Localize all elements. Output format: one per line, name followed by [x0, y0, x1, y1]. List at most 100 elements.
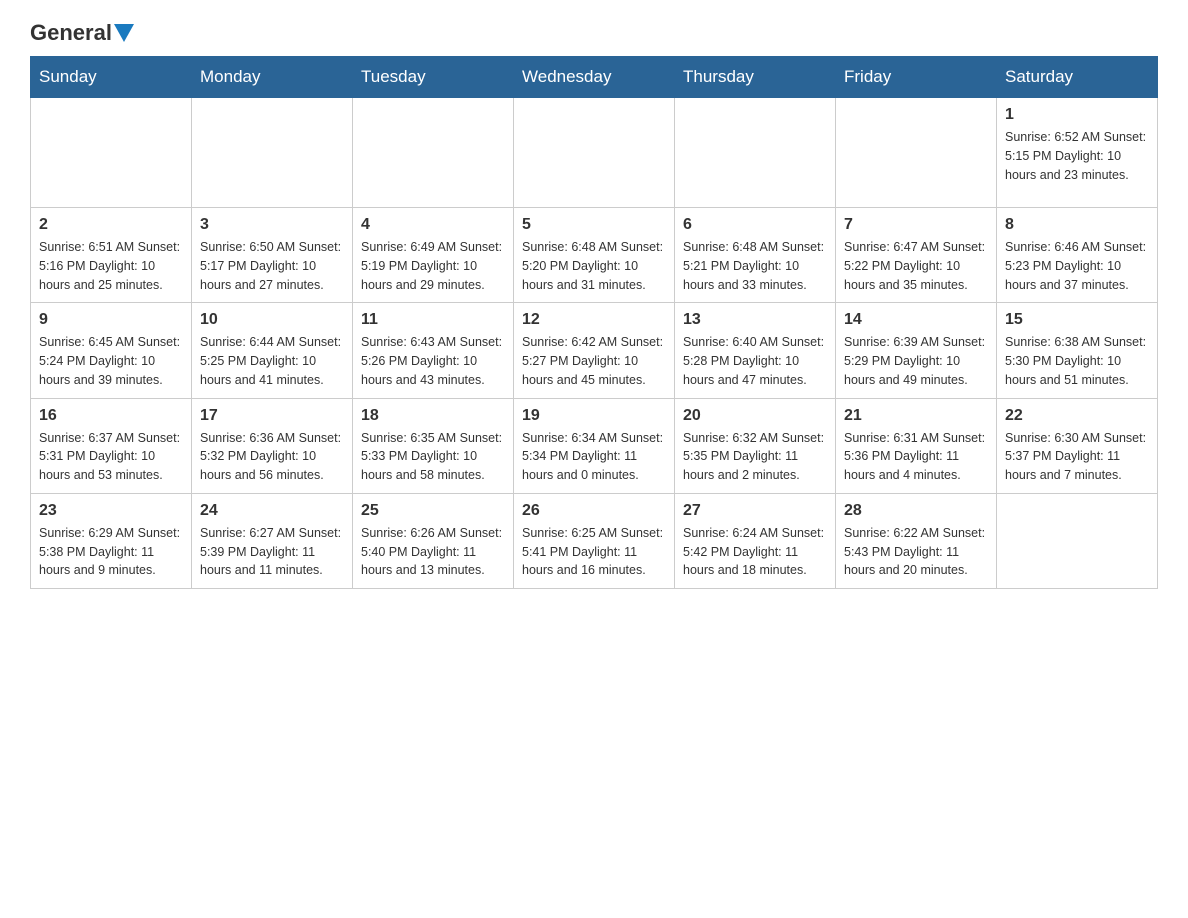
day-info: Sunrise: 6:22 AM Sunset: 5:43 PM Dayligh…	[844, 524, 988, 580]
calendar-cell: 22 Sunrise: 6:30 AM Sunset: 5:37 PM Dayli…	[997, 398, 1158, 493]
day-info: Sunrise: 6:50 AM Sunset: 5:17 PM Dayligh…	[200, 238, 344, 294]
day-info: Sunrise: 6:36 AM Sunset: 5:32 PM Dayligh…	[200, 429, 344, 485]
calendar-cell: 17 Sunrise: 6:36 AM Sunset: 5:32 PM Dayli…	[192, 398, 353, 493]
day-info: Sunrise: 6:49 AM Sunset: 5:19 PM Dayligh…	[361, 238, 505, 294]
calendar-cell: 24 Sunrise: 6:27 AM Sunset: 5:39 PM Dayli…	[192, 493, 353, 588]
calendar-week-row: 9 Sunrise: 6:45 AM Sunset: 5:24 PM Daylig…	[31, 303, 1158, 398]
calendar-cell	[997, 493, 1158, 588]
calendar-cell: 27 Sunrise: 6:24 AM Sunset: 5:42 PM Dayli…	[675, 493, 836, 588]
day-number: 28	[844, 502, 988, 520]
calendar-cell: 16 Sunrise: 6:37 AM Sunset: 5:31 PM Dayli…	[31, 398, 192, 493]
calendar-cell: 2 Sunrise: 6:51 AM Sunset: 5:16 PM Daylig…	[31, 208, 192, 303]
calendar-cell: 28 Sunrise: 6:22 AM Sunset: 5:43 PM Dayli…	[836, 493, 997, 588]
day-number: 26	[522, 502, 666, 520]
day-number: 25	[361, 502, 505, 520]
day-info: Sunrise: 6:47 AM Sunset: 5:22 PM Dayligh…	[844, 238, 988, 294]
calendar-week-row: 23 Sunrise: 6:29 AM Sunset: 5:38 PM Dayli…	[31, 493, 1158, 588]
day-number: 4	[361, 216, 505, 234]
logo-general-text: General	[30, 20, 112, 46]
calendar-cell: 3 Sunrise: 6:50 AM Sunset: 5:17 PM Daylig…	[192, 208, 353, 303]
day-info: Sunrise: 6:48 AM Sunset: 5:20 PM Dayligh…	[522, 238, 666, 294]
calendar-week-row: 1Sunrise: 6:52 AM Sunset: 5:15 PM Daylig…	[31, 98, 1158, 208]
day-of-week-header: Monday	[192, 57, 353, 98]
day-number: 23	[39, 502, 183, 520]
day-info: Sunrise: 6:51 AM Sunset: 5:16 PM Dayligh…	[39, 238, 183, 294]
day-of-week-header: Wednesday	[514, 57, 675, 98]
day-info: Sunrise: 6:29 AM Sunset: 5:38 PM Dayligh…	[39, 524, 183, 580]
day-number: 19	[522, 407, 666, 425]
day-info: Sunrise: 6:35 AM Sunset: 5:33 PM Dayligh…	[361, 429, 505, 485]
calendar-cell	[31, 98, 192, 208]
calendar-cell: 26 Sunrise: 6:25 AM Sunset: 5:41 PM Dayli…	[514, 493, 675, 588]
calendar-cell: 8 Sunrise: 6:46 AM Sunset: 5:23 PM Daylig…	[997, 208, 1158, 303]
day-number: 16	[39, 407, 183, 425]
day-info: Sunrise: 6:39 AM Sunset: 5:29 PM Dayligh…	[844, 333, 988, 389]
calendar-cell: 21Sunrise: 6:31 AM Sunset: 5:36 PM Dayli…	[836, 398, 997, 493]
day-number: 17	[200, 407, 344, 425]
calendar-cell: 11 Sunrise: 6:43 AM Sunset: 5:26 PM Dayli…	[353, 303, 514, 398]
day-number: 5	[522, 216, 666, 234]
calendar-cell: 1Sunrise: 6:52 AM Sunset: 5:15 PM Daylig…	[997, 98, 1158, 208]
calendar-cell: 5 Sunrise: 6:48 AM Sunset: 5:20 PM Daylig…	[514, 208, 675, 303]
day-number: 14	[844, 311, 988, 329]
day-number: 7	[844, 216, 988, 234]
calendar-cell: 15 Sunrise: 6:38 AM Sunset: 5:30 PM Dayli…	[997, 303, 1158, 398]
calendar-cell: 25 Sunrise: 6:26 AM Sunset: 5:40 PM Dayli…	[353, 493, 514, 588]
day-info: Sunrise: 6:48 AM Sunset: 5:21 PM Dayligh…	[683, 238, 827, 294]
calendar-cell: 10 Sunrise: 6:44 AM Sunset: 5:25 PM Dayli…	[192, 303, 353, 398]
calendar-cell	[675, 98, 836, 208]
day-number: 10	[200, 311, 344, 329]
day-number: 6	[683, 216, 827, 234]
day-info: Sunrise: 6:46 AM Sunset: 5:23 PM Dayligh…	[1005, 238, 1149, 294]
calendar-cell	[353, 98, 514, 208]
day-info: Sunrise: 6:32 AM Sunset: 5:35 PM Dayligh…	[683, 429, 827, 485]
calendar-header-row: SundayMondayTuesdayWednesdayThursdayFrid…	[31, 57, 1158, 98]
day-info: Sunrise: 6:43 AM Sunset: 5:26 PM Dayligh…	[361, 333, 505, 389]
day-number: 9	[39, 311, 183, 329]
calendar-week-row: 16 Sunrise: 6:37 AM Sunset: 5:31 PM Dayli…	[31, 398, 1158, 493]
day-info: Sunrise: 6:26 AM Sunset: 5:40 PM Dayligh…	[361, 524, 505, 580]
calendar-cell: 13 Sunrise: 6:40 AM Sunset: 5:28 PM Dayli…	[675, 303, 836, 398]
day-number: 3	[200, 216, 344, 234]
day-info: Sunrise: 6:37 AM Sunset: 5:31 PM Dayligh…	[39, 429, 183, 485]
calendar-cell: 14 Sunrise: 6:39 AM Sunset: 5:29 PM Dayli…	[836, 303, 997, 398]
day-of-week-header: Saturday	[997, 57, 1158, 98]
calendar-cell: 7 Sunrise: 6:47 AM Sunset: 5:22 PM Daylig…	[836, 208, 997, 303]
logo: General	[30, 20, 136, 46]
day-info: Sunrise: 6:27 AM Sunset: 5:39 PM Dayligh…	[200, 524, 344, 580]
day-info: Sunrise: 6:38 AM Sunset: 5:30 PM Dayligh…	[1005, 333, 1149, 389]
calendar-cell: 12Sunrise: 6:42 AM Sunset: 5:27 PM Dayli…	[514, 303, 675, 398]
calendar-cell: 6 Sunrise: 6:48 AM Sunset: 5:21 PM Daylig…	[675, 208, 836, 303]
day-number: 15	[1005, 311, 1149, 329]
day-of-week-header: Thursday	[675, 57, 836, 98]
calendar-cell: 20 Sunrise: 6:32 AM Sunset: 5:35 PM Dayli…	[675, 398, 836, 493]
day-info: Sunrise: 6:52 AM Sunset: 5:15 PM Dayligh…	[1005, 128, 1149, 184]
calendar-cell: 9 Sunrise: 6:45 AM Sunset: 5:24 PM Daylig…	[31, 303, 192, 398]
day-number: 8	[1005, 216, 1149, 234]
day-info: Sunrise: 6:25 AM Sunset: 5:41 PM Dayligh…	[522, 524, 666, 580]
day-info: Sunrise: 6:45 AM Sunset: 5:24 PM Dayligh…	[39, 333, 183, 389]
calendar-cell	[514, 98, 675, 208]
calendar-cell: 18 Sunrise: 6:35 AM Sunset: 5:33 PM Dayli…	[353, 398, 514, 493]
day-of-week-header: Friday	[836, 57, 997, 98]
day-number: 20	[683, 407, 827, 425]
day-info: Sunrise: 6:24 AM Sunset: 5:42 PM Dayligh…	[683, 524, 827, 580]
day-number: 21	[844, 407, 988, 425]
day-number: 22	[1005, 407, 1149, 425]
day-info: Sunrise: 6:42 AM Sunset: 5:27 PM Dayligh…	[522, 333, 666, 389]
day-number: 2	[39, 216, 183, 234]
day-number: 11	[361, 311, 505, 329]
day-info: Sunrise: 6:44 AM Sunset: 5:25 PM Dayligh…	[200, 333, 344, 389]
calendar-cell	[836, 98, 997, 208]
day-number: 24	[200, 502, 344, 520]
day-number: 13	[683, 311, 827, 329]
calendar-cell: 4 Sunrise: 6:49 AM Sunset: 5:19 PM Daylig…	[353, 208, 514, 303]
day-number: 18	[361, 407, 505, 425]
calendar-cell: 23 Sunrise: 6:29 AM Sunset: 5:38 PM Dayli…	[31, 493, 192, 588]
day-info: Sunrise: 6:30 AM Sunset: 5:37 PM Dayligh…	[1005, 429, 1149, 485]
day-info: Sunrise: 6:34 AM Sunset: 5:34 PM Dayligh…	[522, 429, 666, 485]
calendar-table: SundayMondayTuesdayWednesdayThursdayFrid…	[30, 56, 1158, 589]
day-of-week-header: Sunday	[31, 57, 192, 98]
day-info: Sunrise: 6:40 AM Sunset: 5:28 PM Dayligh…	[683, 333, 827, 389]
day-number: 27	[683, 502, 827, 520]
